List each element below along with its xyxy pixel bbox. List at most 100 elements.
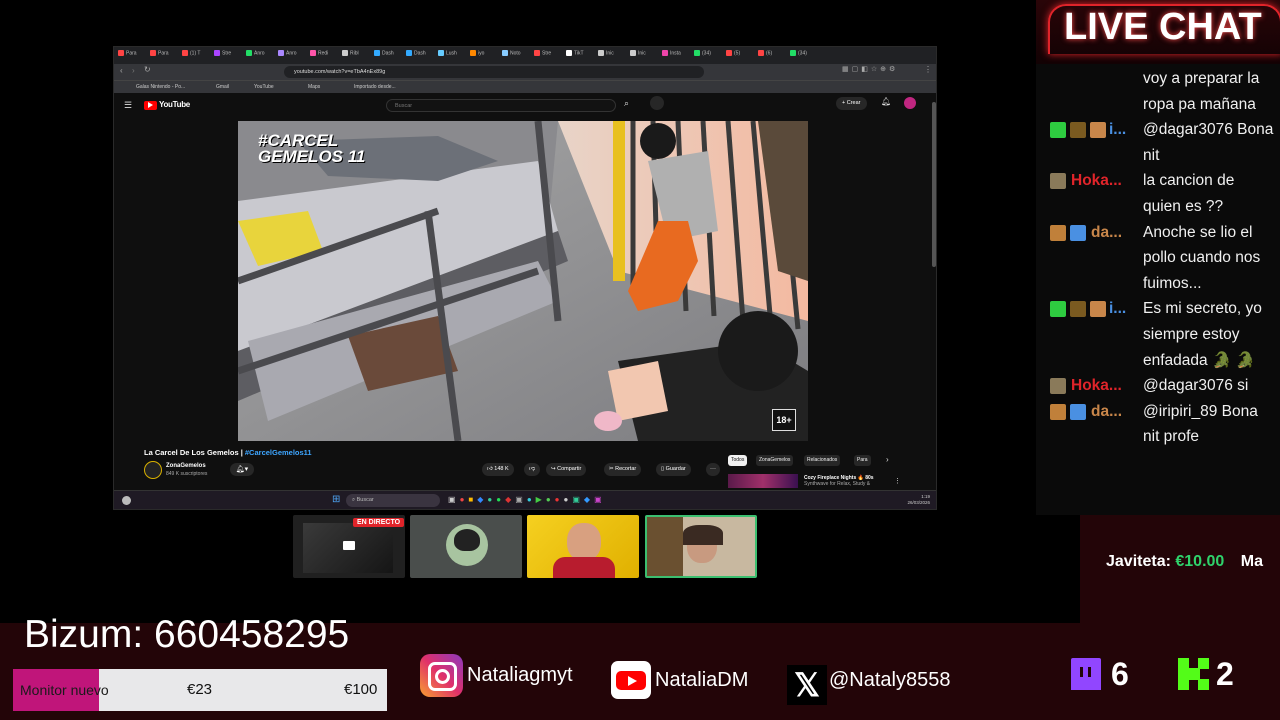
url-field[interactable]: youtube.com/watch?v=eTbA4nEx89g bbox=[284, 66, 704, 78]
discord-icon[interactable]: ● bbox=[527, 495, 536, 504]
bookmark-item[interactable]: Galas Nintendo - Po... bbox=[136, 84, 185, 90]
browser-tab[interactable]: (6) bbox=[758, 50, 788, 62]
browser-tab[interactable]: Dash bbox=[406, 50, 436, 62]
browser-tab[interactable]: (34) bbox=[694, 50, 724, 62]
browser-tab[interactable]: Redi bbox=[310, 50, 340, 62]
subscribed-bell-button[interactable]: 🔔︎▾ bbox=[230, 463, 254, 476]
rec-more-icon[interactable]: ⋮ bbox=[894, 477, 901, 485]
task-view-icon[interactable]: ▣ bbox=[448, 495, 460, 504]
browser-tab-bar: Para Para (1) T Stre Anro Anro Redi Ribl Dash Das… bbox=[114, 47, 936, 64]
notifications-bell-icon[interactable]: 🔔︎ bbox=[881, 97, 891, 106]
reload-icon[interactable]: ↻ bbox=[144, 65, 151, 74]
page-scrollbar[interactable] bbox=[932, 102, 936, 267]
chips-next-chevron-icon[interactable]: › bbox=[886, 455, 889, 464]
channel-name[interactable]: ZonaGemelos bbox=[166, 463, 206, 469]
dislike-button[interactable]: 👎︎ bbox=[524, 463, 540, 476]
avatar[interactable] bbox=[904, 97, 916, 109]
browser-tab[interactable]: Stre bbox=[534, 50, 564, 62]
browser-tab[interactable]: (5) bbox=[726, 50, 756, 62]
browser-tab[interactable]: Stre bbox=[214, 50, 244, 62]
chip-filter[interactable]: Para bbox=[854, 455, 871, 466]
browser-tab[interactable]: Inic bbox=[630, 50, 660, 62]
share-button[interactable]: ↪ Compartir bbox=[546, 463, 587, 476]
chat-username[interactable]: da... bbox=[1091, 399, 1122, 425]
tab-label: Lush bbox=[446, 50, 457, 57]
browser-tab[interactable]: iyo bbox=[470, 50, 500, 62]
video-hashtag-link[interactable]: #CarcelGemelos11 bbox=[245, 448, 312, 457]
xbox-icon[interactable]: ● bbox=[546, 495, 555, 504]
browser-tab[interactable]: Anro bbox=[278, 50, 308, 62]
search-icon[interactable]: ⌕ bbox=[624, 98, 629, 109]
chat-user-badge-icon bbox=[1070, 301, 1086, 318]
chip-filter[interactable]: Relacionados bbox=[804, 455, 841, 466]
back-icon[interactable]: ‹ bbox=[120, 66, 123, 75]
browser-tab[interactable]: Ribl bbox=[342, 50, 372, 62]
tab-label: Anro bbox=[254, 50, 265, 57]
browser-tab[interactable]: Inic bbox=[598, 50, 628, 62]
chat-user-badge-icon bbox=[1050, 122, 1066, 139]
chat-message-line: voy a preparar la bbox=[1143, 70, 1260, 87]
play-app-icon[interactable]: ▶ bbox=[536, 495, 546, 504]
more-actions-icon[interactable]: ··· bbox=[706, 463, 720, 476]
bookmark-item[interactable]: Gmail bbox=[216, 84, 229, 90]
browser-tab[interactable]: Anro bbox=[246, 50, 276, 62]
taskbar-clock[interactable]: 1:19 26/03/2026 bbox=[894, 494, 930, 506]
goal-label: Monitor nuevo bbox=[20, 682, 109, 698]
edge-icon[interactable]: ● bbox=[487, 495, 496, 504]
create-button[interactable]: + Crear bbox=[836, 97, 867, 110]
clip-button[interactable]: ✂ Recortar bbox=[604, 463, 642, 476]
youtube-logo-text[interactable]: YouTube bbox=[159, 100, 190, 109]
chat-username[interactable]: i... bbox=[1109, 117, 1126, 143]
microphone-icon[interactable] bbox=[650, 96, 664, 110]
taskbar-search[interactable]: ⌕ Buscar bbox=[346, 494, 440, 507]
recommended-video-thumbnail[interactable] bbox=[728, 474, 798, 488]
chat-username[interactable]: Hoka... bbox=[1071, 168, 1122, 194]
chip-filter[interactable]: ZonaGemelos bbox=[756, 455, 794, 466]
extensions-icon[interactable]: ▦▢◧☆⊕⚙ bbox=[842, 65, 898, 73]
store-icon[interactable]: ◆ bbox=[477, 495, 487, 504]
record-app-icon[interactable]: ● bbox=[555, 495, 564, 504]
save-button[interactable]: ▯ Guardar bbox=[656, 463, 691, 476]
browser-tab[interactable]: Noto bbox=[502, 50, 532, 62]
chat-username[interactable]: i... bbox=[1109, 296, 1126, 322]
chat-username[interactable]: Hoka... bbox=[1071, 373, 1122, 399]
create-label: Crear bbox=[846, 100, 861, 106]
weather-icon[interactable] bbox=[122, 496, 131, 505]
app-pink-icon[interactable]: ▣ bbox=[594, 495, 606, 504]
shield-app-icon[interactable]: ◆ bbox=[505, 495, 515, 504]
windows-start-icon[interactable]: ⊞ bbox=[332, 495, 340, 505]
youtube-search-input[interactable]: Buscar bbox=[386, 99, 616, 112]
whatsapp-icon[interactable]: ● bbox=[496, 495, 505, 504]
chat-username[interactable]: da... bbox=[1091, 220, 1122, 246]
video-player[interactable]: #CARCEL GEMELOS 11 18+ bbox=[238, 121, 808, 441]
bookmark-item[interactable]: Maps bbox=[308, 84, 320, 90]
video-title: La Carcel De Los Gemelos | #CarcelGemelo… bbox=[144, 448, 312, 457]
chip-all[interactable]: Todos bbox=[728, 455, 748, 466]
folder-icon[interactable]: ■ bbox=[468, 495, 477, 504]
chat-message-line: Es mi secreto, yo bbox=[1143, 300, 1262, 318]
bookmark-item[interactable]: YouTube bbox=[254, 84, 274, 90]
tab-favicon-icon bbox=[118, 50, 124, 56]
browser-tab[interactable]: TikT bbox=[566, 50, 596, 62]
app-blue-icon[interactable]: ◆ bbox=[584, 495, 594, 504]
chat-message-line: siempre estoy bbox=[1143, 325, 1240, 343]
browser-tab[interactable]: (1) T bbox=[182, 50, 212, 62]
app-icon[interactable]: ▣ bbox=[515, 495, 527, 504]
browser-tab[interactable]: Para bbox=[150, 50, 180, 62]
browser-tab[interactable]: Para bbox=[118, 50, 148, 62]
browser-tab[interactable]: (34) bbox=[790, 50, 820, 62]
app-green-icon[interactable]: ▣ bbox=[572, 495, 584, 504]
taskbar-app-icons[interactable]: ▣●■◆●●◆▣●▶●●●▣◆▣ bbox=[448, 495, 606, 504]
forward-icon[interactable]: › bbox=[132, 66, 135, 75]
menu-dots-icon[interactable]: ⋮ bbox=[924, 65, 932, 74]
chat-user-badge-icon bbox=[1050, 403, 1066, 420]
chat-user-badge-icon bbox=[1050, 224, 1066, 241]
bookmark-item[interactable]: Importado desde... bbox=[354, 84, 396, 90]
browser-tab[interactable]: Dash bbox=[374, 50, 404, 62]
browser-tab[interactable]: Insta bbox=[662, 50, 692, 62]
like-button[interactable]: 👍︎ 148 K bbox=[482, 463, 514, 476]
channel-avatar[interactable] bbox=[144, 461, 162, 479]
hamburger-menu-icon[interactable]: ☰ bbox=[124, 100, 132, 111]
browser-tab[interactable]: Lush bbox=[438, 50, 468, 62]
recommended-video-title[interactable]: Cozy Fireplace Nights 🔥 80s Synthwave fo… bbox=[804, 475, 896, 487]
